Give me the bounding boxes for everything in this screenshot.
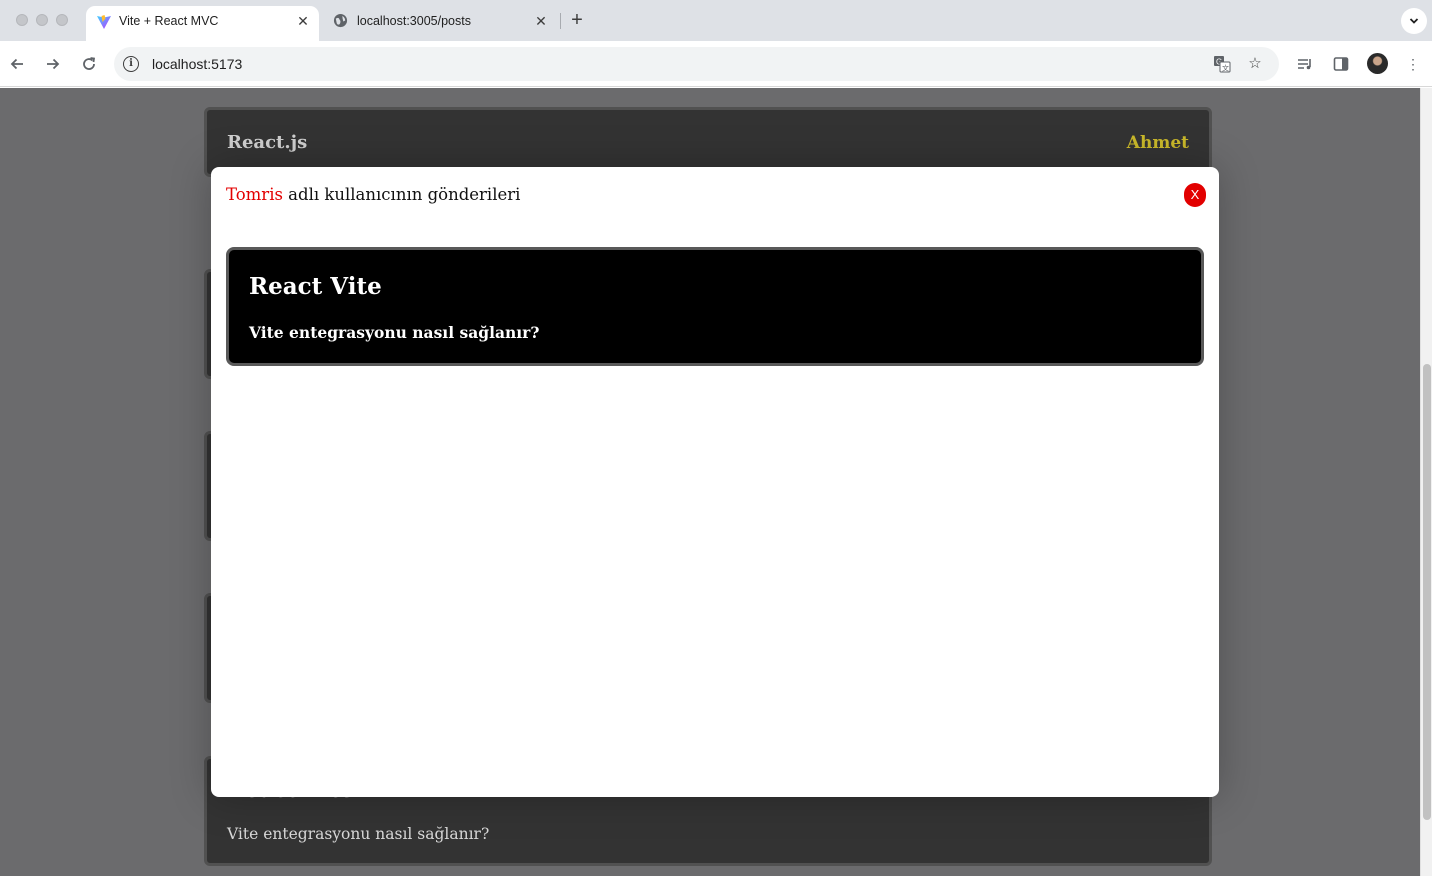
tab-close-icon[interactable]: ✕ — [294, 12, 312, 30]
forward-arrow-icon[interactable] — [41, 52, 65, 76]
tab-title: localhost:3005/posts — [357, 14, 471, 28]
new-tab-icon[interactable]: + — [566, 10, 588, 32]
browser-menu-icon[interactable]: ⋮ — [1401, 52, 1425, 76]
tab-localhost-posts[interactable]: localhost:3005/posts ✕ — [323, 6, 559, 36]
user-posts-modal: Tomris adlı kullanıcının gönderileri X R… — [211, 167, 1219, 797]
translate-icon[interactable]: G文 — [1212, 54, 1232, 74]
reading-list-icon[interactable] — [1293, 52, 1317, 76]
tab-title: Vite + React MVC — [119, 14, 219, 28]
tab-search-chevron-icon[interactable] — [1401, 8, 1427, 34]
browser-tab-strip: Vite + React MVC ✕ localhost:3005/posts … — [0, 0, 1432, 41]
post-body: Vite entegrasyonu nasıl sağlanır? — [249, 323, 540, 342]
svg-text:文: 文 — [1222, 64, 1229, 73]
tab-separator — [560, 13, 561, 29]
window-zoom-dot[interactable] — [56, 14, 68, 26]
back-arrow-icon[interactable] — [5, 52, 29, 76]
address-bar[interactable]: i localhost:5173 G文 ☆ — [114, 47, 1279, 81]
tab-vite-react[interactable]: Vite + React MVC ✕ — [86, 6, 319, 41]
profile-avatar[interactable] — [1367, 53, 1388, 74]
window-close-dot[interactable] — [16, 14, 28, 26]
post-title: React Vite — [249, 273, 382, 300]
modal-title-suffix: adlı kullanıcının gönderileri — [282, 185, 521, 204]
tab-close-icon[interactable]: ✕ — [532, 12, 550, 30]
reload-icon[interactable] — [77, 52, 101, 76]
site-info-icon[interactable]: i — [123, 56, 139, 72]
current-user-link[interactable]: Ahmet — [1127, 133, 1189, 153]
vite-icon — [97, 15, 111, 29]
window-minimize-dot[interactable] — [36, 14, 48, 26]
url-text[interactable]: localhost:5173 — [152, 56, 242, 72]
modal-username: Tomris — [226, 185, 283, 204]
browser-toolbar: i localhost:5173 G文 ☆ ⋮ — [0, 41, 1432, 87]
page-scrollbar[interactable] — [1420, 88, 1432, 876]
globe-icon — [333, 13, 348, 28]
site-brand[interactable]: React.js — [227, 132, 307, 153]
post-body: Vite entegrasyonu nasıl sağlanır? — [227, 825, 490, 843]
side-panel-icon[interactable] — [1329, 52, 1353, 76]
modal-close-button[interactable]: X — [1184, 183, 1206, 207]
post-card: React Vite Vite entegrasyonu nasıl sağla… — [226, 247, 1204, 366]
scrollbar-thumb[interactable] — [1423, 364, 1431, 820]
modal-title: Tomris adlı kullanıcının gönderileri — [226, 185, 520, 204]
bookmark-star-icon[interactable]: ☆ — [1245, 54, 1265, 74]
